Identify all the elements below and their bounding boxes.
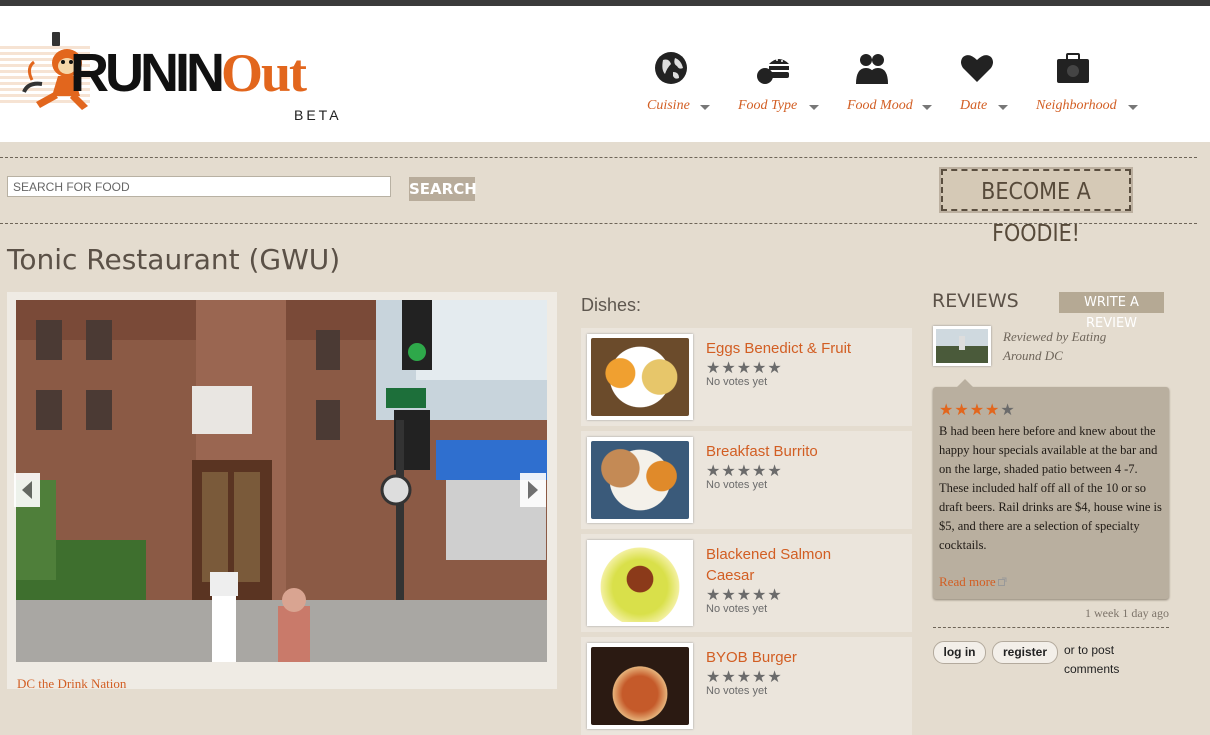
dish-image (591, 338, 689, 416)
star-filled-icon: ★ (939, 402, 955, 419)
header: RUNINOut BETA Cuisine Food Type Food Moo… (0, 6, 1210, 142)
divider-top (0, 157, 1197, 158)
dish-rating-stars[interactable]: ★★★★★ (706, 667, 783, 687)
dish-thumbnail[interactable] (587, 643, 693, 729)
dish-item[interactable]: BYOB Burger ★★★★★ No votes yet (581, 637, 912, 735)
review-notch (957, 379, 973, 387)
arrow-left-icon (22, 481, 32, 499)
nav-neighborhood[interactable]: Neighborhood (1035, 46, 1143, 116)
read-more-label: Read more (939, 574, 996, 589)
dish-rating-stars[interactable]: ★★★★★ (706, 585, 783, 605)
chevron-down-icon (922, 105, 932, 110)
dish-image (591, 544, 689, 622)
star-filled-icon: ★ (985, 402, 1001, 419)
photo-prev-button[interactable] (14, 473, 40, 507)
review-rating-stars: ★★★★★ (939, 400, 1016, 420)
chevron-down-icon (1128, 105, 1138, 110)
nav-label-food-type: Food Type (738, 98, 798, 113)
page-title: Tonic Restaurant (GWU) (7, 243, 341, 276)
dish-rating-stars[interactable]: ★★★★★ (706, 461, 783, 481)
dish-votes: No votes yet (706, 685, 768, 697)
become-foodie-button[interactable]: BECOME A FOODIE! (939, 167, 1133, 247)
dish-name-link[interactable]: BYOB Burger (706, 647, 866, 668)
globe-icon (655, 52, 687, 84)
read-more-link[interactable]: Read more (939, 574, 1007, 590)
review-divider (933, 627, 1169, 628)
review-text: B had been here before and knew about th… (939, 424, 1162, 552)
nav-date[interactable]: Date (959, 46, 1015, 116)
dish-item[interactable]: Eggs Benedict & Fruit ★★★★★ No votes yet (581, 328, 912, 426)
dish-votes: No votes yet (706, 603, 768, 615)
dish-name-link[interactable]: Breakfast Burrito (706, 441, 866, 462)
chevron-down-icon (700, 105, 710, 110)
search-input[interactable]: SEARCH FOR FOOD (7, 176, 391, 197)
photo-caption-link[interactable]: DC the Drink Nation (17, 676, 126, 692)
dish-thumbnail[interactable] (587, 540, 693, 626)
heart-icon (961, 55, 993, 82)
photo-next-button[interactable] (520, 473, 546, 507)
dishes-heading: Dishes: (581, 295, 642, 315)
reviewer-name: Reviewed by Eating Around DC (1003, 329, 1107, 363)
post-comments-text: or to post comments (1064, 643, 1120, 676)
chevron-down-icon (809, 105, 819, 110)
divider-bottom (0, 223, 1197, 224)
logo-out-text: Out (221, 43, 307, 103)
food-type-icon (757, 59, 789, 84)
write-review-button[interactable]: WRITE A REVIEW (1059, 292, 1164, 331)
dish-thumbnail[interactable] (587, 334, 693, 420)
reviews-heading: REVIEWS (932, 290, 1019, 312)
people-icon (856, 54, 888, 84)
star-filled-icon: ★ (954, 402, 970, 419)
nav-label-cuisine: Cuisine (647, 98, 690, 113)
nav-label-date: Date (960, 98, 988, 113)
dish-item[interactable]: Blackened Salmon Caesar ★★★★★ No votes y… (581, 534, 912, 632)
review-timestamp: 1 week 1 day ago (1085, 606, 1169, 620)
dish-rating-stars[interactable]: ★★★★★ (706, 358, 783, 378)
dish-image (591, 441, 689, 519)
street-view-image (16, 300, 547, 662)
dish-item[interactable]: Breakfast Burrito ★★★★★ No votes yet (581, 431, 912, 529)
external-link-icon (997, 577, 1007, 586)
review-card: ★★★★★ B had been here before and knew ab… (933, 379, 1169, 599)
nav-food-mood[interactable]: Food Mood (846, 46, 934, 116)
reviewer-avatar[interactable] (933, 326, 991, 366)
arrow-right-icon (528, 481, 538, 499)
nav-label-neighborhood: Neighborhood (1036, 98, 1117, 113)
dish-votes: No votes yet (706, 376, 768, 388)
dish-name-link[interactable]: Blackened Salmon Caesar (706, 544, 866, 586)
login-button[interactable]: log in (933, 641, 986, 664)
logo-wordmark[interactable]: RUNINOut (70, 43, 307, 103)
nav-cuisine[interactable]: Cuisine (645, 46, 715, 116)
restaurant-photo (16, 300, 547, 662)
dish-votes: No votes yet (706, 479, 768, 491)
dish-image (591, 647, 689, 725)
chevron-down-icon (998, 105, 1008, 110)
reviewer-avatar-image (936, 329, 988, 363)
nav-food-type[interactable]: Food Type (737, 46, 823, 116)
dish-thumbnail[interactable] (587, 437, 693, 523)
logo-run-text: RUNIN (70, 43, 225, 103)
register-button[interactable]: register (992, 641, 1058, 664)
dish-name-link[interactable]: Eggs Benedict & Fruit (706, 338, 866, 359)
star-empty-icon: ★ (1000, 402, 1016, 419)
briefcase-icon (1057, 53, 1089, 83)
search-button[interactable]: SEARCH (409, 177, 477, 201)
star-filled-icon: ★ (969, 402, 986, 419)
beta-label: BETA (294, 107, 342, 123)
nav-label-food-mood: Food Mood (847, 98, 913, 113)
